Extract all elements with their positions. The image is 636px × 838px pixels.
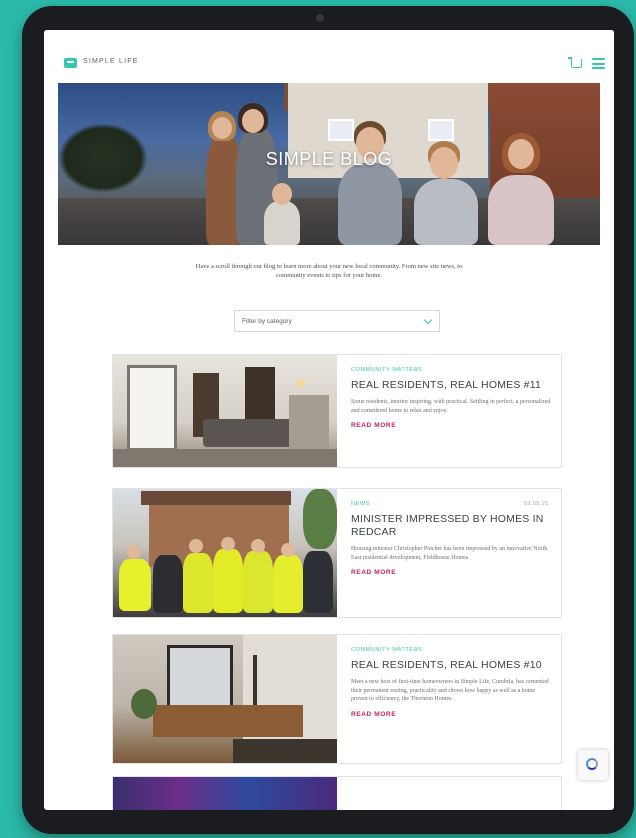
logo-text[interactable]: SIMPLE LIFE [83,58,139,65]
chevron-down-icon [423,315,433,325]
camera-dot [316,14,324,22]
blog-card-category[interactable]: Community Matters [351,647,551,653]
recaptcha-badge[interactable] [578,750,608,780]
logo-icon[interactable] [64,58,77,68]
blog-card-excerpt: Meet a new host of first-time homeowners… [351,679,549,702]
blog-card-date: 03.05.21 [523,501,549,507]
blog-card-category[interactable]: Community Matters [351,367,551,373]
tablet-frame: SIMPLE LIFE SIMPLE BLOG Have a scroll th… [22,6,634,834]
blog-card[interactable]: News 03.05.21 MINISTER IMPRESSED BY HOME… [112,488,562,618]
screen: SIMPLE LIFE SIMPLE BLOG Have a scroll th… [44,30,614,810]
blog-card-image[interactable] [113,777,337,810]
category-filter-select[interactable]: Filter by category [234,310,440,332]
intro-text: Have a scroll through our blog to learn … [195,263,463,279]
blog-card-image[interactable] [113,489,337,617]
hero-window [428,119,454,141]
hero-person [338,163,402,245]
blog-card-body: Community Matters REAL RESIDENTS, REAL H… [351,647,551,718]
read-more-link[interactable]: READ MORE [351,569,551,576]
blog-card-image[interactable] [113,355,337,467]
hero-person [264,201,300,245]
cart-icon[interactable] [568,57,582,68]
blog-card-excerpt: Some residents, interior inspiring, with… [351,399,551,414]
blog-card-body: Community Matters REAL RESIDENTS, REAL H… [351,367,551,429]
blog-card-excerpt: Housing minister Christopher Pincher has… [351,546,548,561]
hero-title: SIMPLE BLOG [265,149,393,169]
category-filter-label: Filter by category [242,318,292,325]
site-header: SIMPLE LIFE [44,30,614,84]
blog-card-title[interactable]: REAL RESIDENTS, REAL HOMES #11 [351,379,551,392]
blog-card[interactable] [112,776,562,810]
hero-banner: SIMPLE BLOG [58,83,600,245]
hamburger-menu-icon[interactable] [592,58,605,69]
blog-card-image[interactable] [113,635,337,763]
hero-person [414,179,478,245]
read-more-link[interactable]: READ MORE [351,422,551,429]
blog-card-body: News 03.05.21 MINISTER IMPRESSED BY HOME… [351,501,551,576]
blog-card-category[interactable]: News [351,501,551,507]
hero-window [328,119,354,141]
hero-person [488,175,554,245]
blog-card-title[interactable]: MINISTER IMPRESSED BY HOMES IN REDCAR [351,513,551,539]
blog-card[interactable]: Community Matters REAL RESIDENTS, REAL H… [112,634,562,764]
hero-person-head [242,109,264,133]
blog-card-title[interactable]: REAL RESIDENTS, REAL HOMES #10 [351,659,551,672]
hero-person-head [212,117,232,139]
read-more-link[interactable]: READ MORE [351,711,551,718]
blog-card[interactable]: Community Matters REAL RESIDENTS, REAL H… [112,354,562,468]
hero-person-head [272,183,292,205]
recaptcha-icon [586,758,598,770]
